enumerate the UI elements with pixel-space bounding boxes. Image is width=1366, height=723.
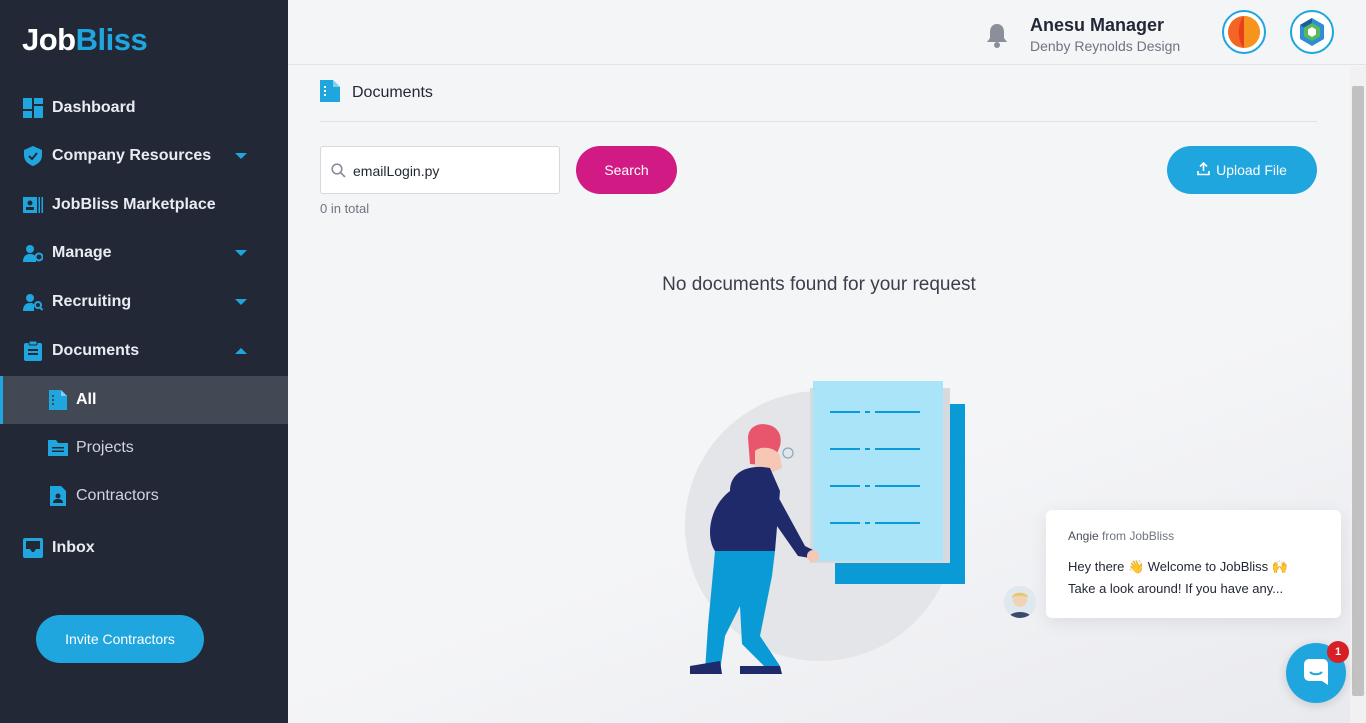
upload-file-label: Upload File — [1216, 162, 1287, 178]
sidebar-subitem-all[interactable]: All — [0, 376, 288, 424]
user-gear-icon — [23, 243, 43, 263]
sidebar-item-label: Dashboard — [52, 99, 136, 116]
sidebar-item-inbox[interactable]: Inbox — [0, 524, 288, 572]
company-avatar[interactable] — [1290, 10, 1334, 54]
sidebar-item-label: Manage — [52, 244, 112, 261]
chat-message-line2: Take a look around! If you have any... — [1068, 581, 1284, 596]
chat-sender-name: Angie — [1068, 529, 1099, 543]
search-button[interactable]: Search — [576, 146, 677, 194]
clipboard-icon — [23, 341, 43, 361]
chat-preview-card[interactable]: Angie from JobBliss Hey there 👋 Welcome … — [1046, 510, 1341, 618]
page-title-bar — [320, 79, 340, 107]
results-total: 0 in total — [320, 201, 370, 216]
logo-text-bliss: Bliss — [75, 22, 148, 57]
unread-badge: 1 — [1327, 641, 1349, 663]
upload-file-button[interactable]: Upload File — [1167, 146, 1317, 194]
document-icon — [320, 79, 340, 107]
sidebar-subitem-label: Projects — [76, 439, 134, 456]
search-icon — [331, 163, 346, 183]
search-input[interactable] — [353, 159, 553, 183]
dashboard-icon — [23, 98, 43, 118]
chevron-down-icon — [235, 299, 247, 305]
sidebar-subitem-label: Contractors — [76, 487, 159, 504]
folder-icon — [48, 438, 68, 458]
sidebar-subitem-label: All — [76, 391, 97, 408]
sidebar-item-label: Recruiting — [52, 293, 132, 310]
search-field[interactable] — [320, 146, 560, 194]
shield-check-icon — [23, 146, 43, 166]
empty-documents-illustration — [685, 381, 965, 674]
chat-agent-avatar — [1004, 586, 1036, 618]
page-title: Documents — [352, 84, 433, 101]
sidebar-item-documents[interactable]: Documents — [0, 327, 288, 375]
chevron-up-icon — [235, 348, 247, 354]
empty-state-message: No documents found for your request — [662, 274, 976, 295]
user-name[interactable]: Anesu Manager — [1030, 15, 1164, 36]
chat-sender-suffix: from JobBliss — [1102, 529, 1175, 543]
sidebar-item-recruiting[interactable]: Recruiting — [0, 278, 288, 326]
sidebar-item-label: Documents — [52, 342, 140, 359]
sidebar-subitem-contractors[interactable]: Contractors — [0, 472, 288, 520]
sidebar: Job Bliss Dashboard Company Resources Job… — [0, 0, 288, 723]
scrollbar-thumb[interactable] — [1352, 86, 1364, 696]
sidebar-subitem-projects[interactable]: Projects — [0, 424, 288, 472]
chevron-down-icon — [235, 250, 247, 256]
sidebar-item-manage[interactable]: Manage — [0, 229, 288, 277]
upload-icon — [1197, 161, 1210, 179]
jobbliss-logo[interactable]: Job Bliss — [22, 20, 148, 60]
contractor-file-icon — [48, 486, 68, 506]
document-icon — [48, 390, 68, 410]
user-search-icon — [23, 292, 43, 312]
invite-contractors-button[interactable]: Invite Contractors — [36, 615, 204, 663]
sidebar-item-company-resources[interactable]: Company Resources — [0, 132, 288, 180]
chevron-down-icon — [235, 153, 247, 159]
top-header: Anesu Manager Denby Reynolds Design — [288, 0, 1366, 65]
company-name: Denby Reynolds Design — [1030, 38, 1181, 54]
title-divider — [320, 121, 1317, 122]
logo-text-job: Job — [22, 22, 76, 57]
chat-sender: Angie from JobBliss — [1068, 529, 1174, 543]
id-card-icon — [23, 195, 43, 215]
inbox-icon — [23, 538, 43, 558]
sidebar-item-dashboard[interactable]: Dashboard — [0, 84, 288, 132]
user-avatar[interactable] — [1222, 10, 1266, 54]
sidebar-item-label: Company Resources — [52, 147, 212, 164]
chat-message-line1: Hey there 👋 Welcome to JobBliss 🙌 — [1068, 559, 1288, 574]
sidebar-item-label: JobBliss Marketplace — [52, 196, 216, 213]
notification-bell-icon[interactable] — [986, 22, 1008, 48]
sidebar-item-label: Inbox — [52, 539, 95, 556]
chat-icon — [1302, 657, 1330, 690]
sidebar-item-marketplace[interactable]: JobBliss Marketplace — [0, 181, 288, 229]
main-content: Documents Search Upload File 0 in total … — [288, 66, 1350, 723]
